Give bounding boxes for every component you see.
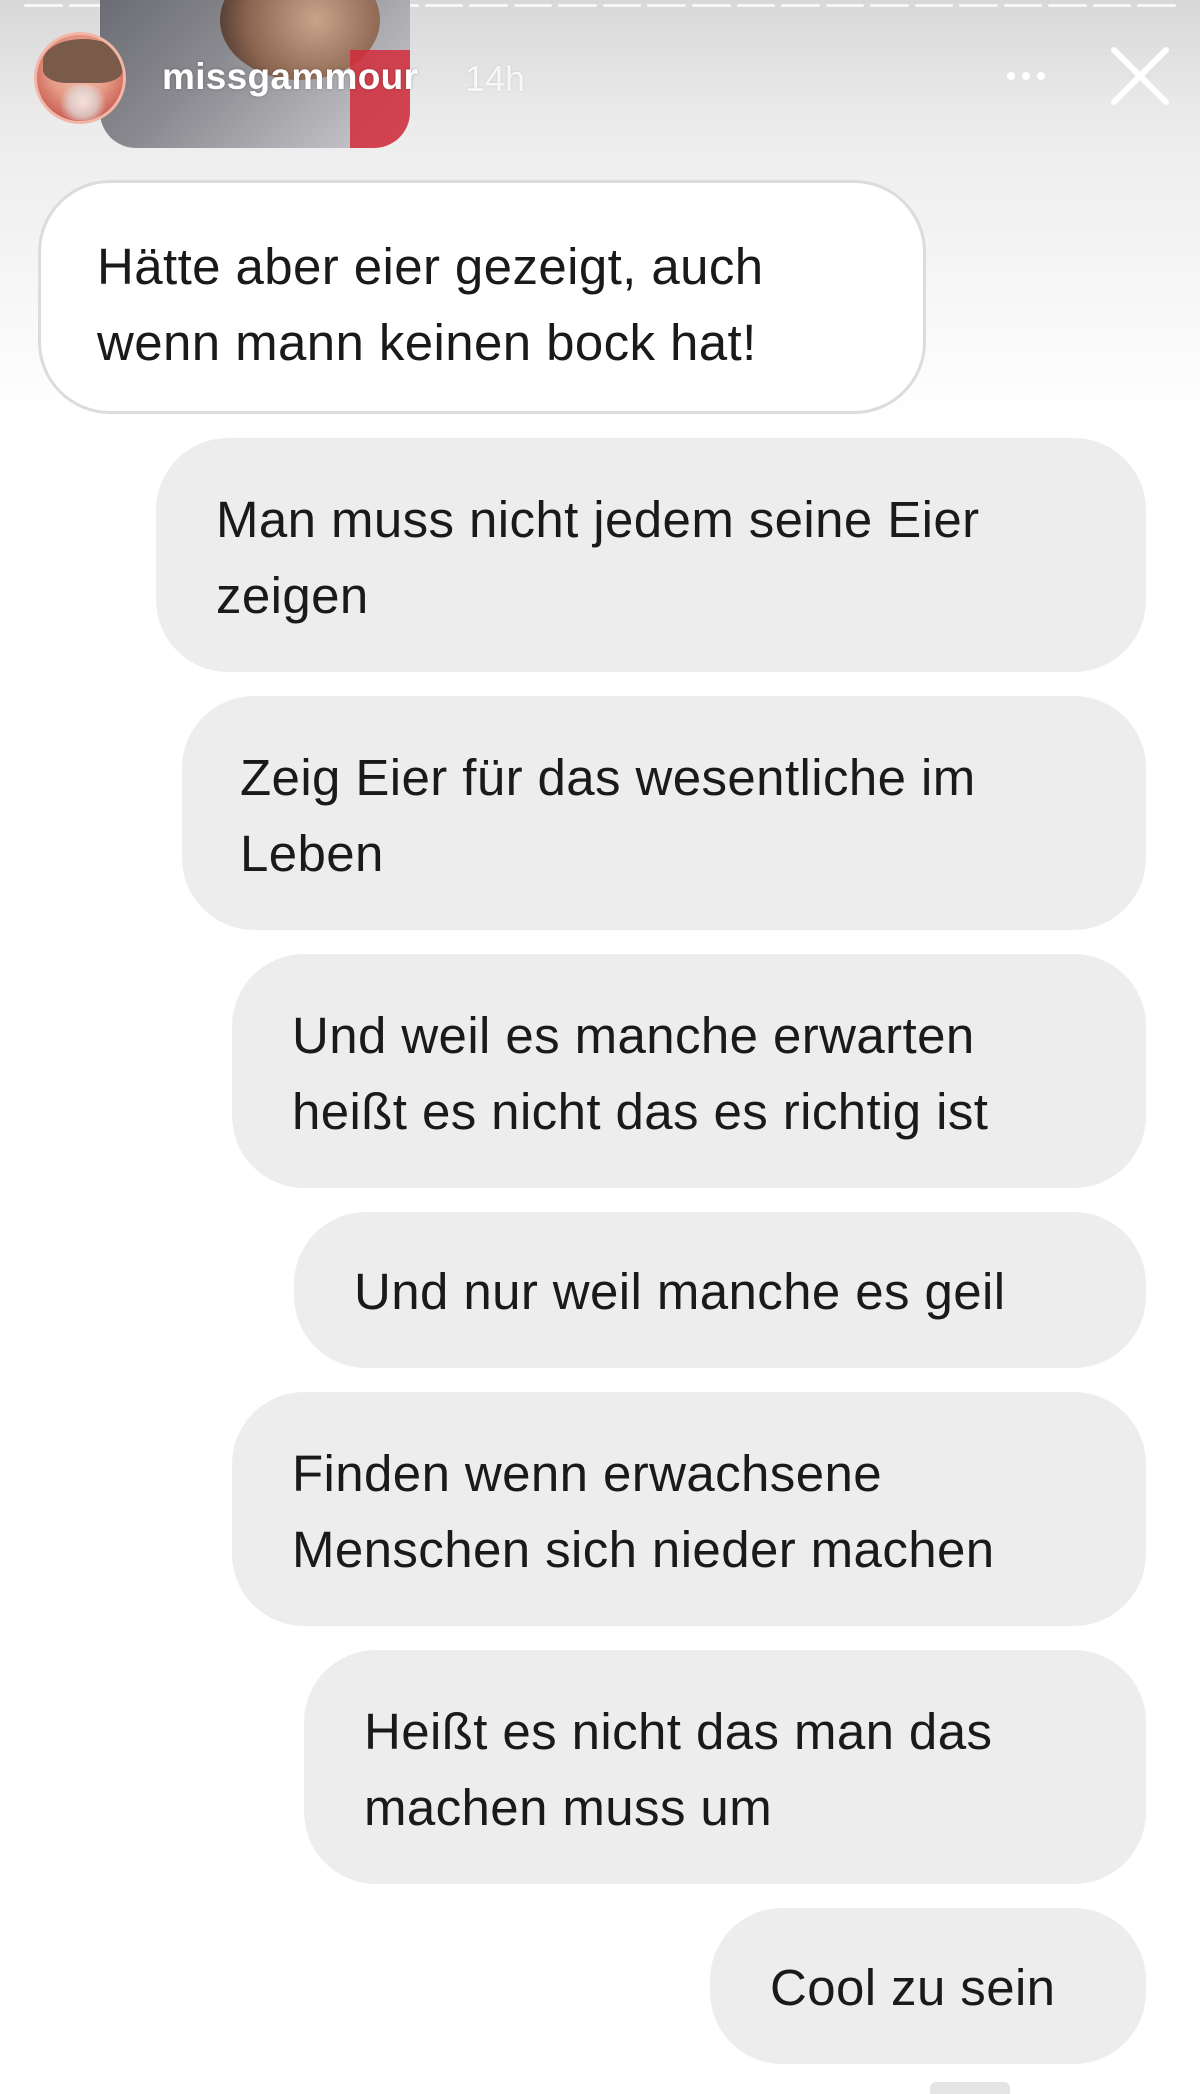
progress-segment xyxy=(1092,4,1132,7)
post-time: 14h xyxy=(465,58,526,99)
progress-segment xyxy=(513,4,553,7)
avatar[interactable] xyxy=(34,32,126,124)
progress-segment xyxy=(736,4,776,7)
message-text: Und weil es manche erwarten heißt es nic… xyxy=(292,1007,989,1140)
message-bubble-sent[interactable]: Finden wenn erwachsene Menschen sich nie… xyxy=(232,1392,1146,1626)
username[interactable]: missgammour xyxy=(162,56,418,98)
progress-segment xyxy=(825,4,865,7)
avatar-photo xyxy=(43,39,123,83)
message-text: Man muss nicht jedem seine Eier zeigen xyxy=(216,491,980,624)
progress-segment xyxy=(781,4,820,7)
progress-segment xyxy=(691,4,731,7)
avatar-photo-detail xyxy=(55,85,111,121)
message-bubble-sent[interactable]: Und weil es manche erwarten heißt es nic… xyxy=(232,954,1146,1188)
message-bubble-sent[interactable]: Cool zu sein xyxy=(710,1908,1146,2064)
progress-segment xyxy=(959,4,998,7)
more-horizontal-icon xyxy=(1007,72,1045,80)
progress-segment xyxy=(870,4,909,7)
message-text: Heißt es nicht das man das machen muss u… xyxy=(364,1703,993,1836)
message-text: Und nur weil manche es geil xyxy=(354,1263,1006,1320)
message-bubble-sent[interactable]: Heißt es nicht das man das machen muss u… xyxy=(304,1650,1146,1884)
progress-segment xyxy=(602,4,642,7)
message-bubble-received[interactable]: Hätte aber eier gezeigt, auch wenn mann … xyxy=(38,180,926,414)
close-button[interactable] xyxy=(1108,44,1172,108)
progress-segment xyxy=(469,4,508,7)
message-text: Hätte aber eier gezeigt, auch wenn mann … xyxy=(97,238,764,371)
message-text: Finden wenn erwachsene Menschen sich nie… xyxy=(292,1445,995,1578)
message-bubble-sent[interactable]: Und nur weil manche es geil xyxy=(294,1212,1146,1368)
more-options-button[interactable] xyxy=(998,56,1054,96)
progress-segment xyxy=(558,4,597,7)
progress-segment xyxy=(1048,4,1087,7)
progress-segment xyxy=(914,4,954,7)
message-bubble-sent[interactable]: Man muss nicht jedem seine Eier zeigen xyxy=(156,438,1146,672)
progress-segment xyxy=(424,4,464,7)
next-bubble-peek xyxy=(930,2082,1010,2094)
message-text: Zeig Eier für das wesentliche im Leben xyxy=(240,749,976,882)
message-bubble-sent[interactable]: Zeig Eier für das wesentliche im Leben xyxy=(182,696,1146,930)
progress-segment xyxy=(1137,4,1176,7)
close-x-icon xyxy=(1111,47,1169,105)
message-text: Cool zu sein xyxy=(770,1959,1056,2016)
progress-segment xyxy=(1003,4,1043,7)
progress-segment xyxy=(647,4,686,7)
progress-segment xyxy=(24,4,63,7)
